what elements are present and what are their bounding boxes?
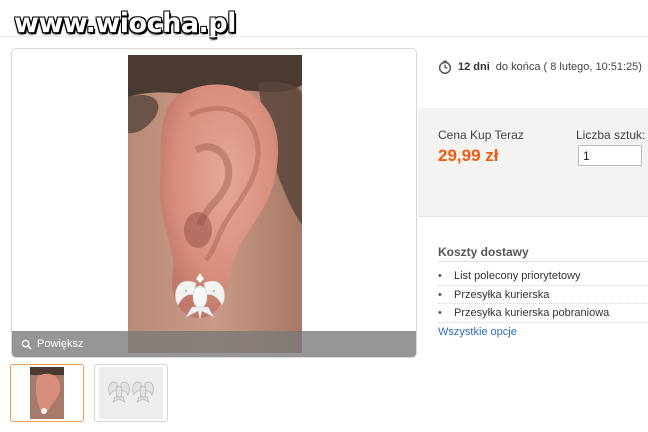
magnifier-icon xyxy=(21,339,32,350)
all-shipping-options-link[interactable]: Wszystkie opcje xyxy=(438,326,517,338)
timer-end-date: do końca ( 8 lutego, 10:51:25) xyxy=(495,61,642,73)
zoom-label: Powiększ xyxy=(37,338,84,350)
site-watermark: www.wiocha.pl xyxy=(14,8,236,39)
quantity-label: Liczba sztuk: xyxy=(576,128,646,142)
thumbnail-ear-image xyxy=(30,367,64,419)
ear-photo-image xyxy=(128,55,302,353)
price-box: Cena Kup Teraz 29,99 zł Liczba sztuk: xyxy=(418,108,648,216)
clock-icon xyxy=(438,60,452,74)
shipping-title-rule xyxy=(438,261,648,262)
top-divider xyxy=(0,36,648,37)
shipping-option: Przesyłka kurierska pobraniowa xyxy=(438,304,648,323)
buy-now-price-label: Cena Kup Teraz xyxy=(438,128,524,142)
buy-now-price: 29,99 zł xyxy=(438,146,499,165)
zoom-button[interactable]: Powiększ xyxy=(12,331,416,357)
image-gallery: Powiększ xyxy=(11,48,417,358)
thumbnail-earrings-image xyxy=(99,367,163,419)
shipping-options-list: List polecony priorytetowy Przesyłka kur… xyxy=(438,267,648,323)
auction-page: www.wiocha.pl Powiększ 12 dni do końca (… xyxy=(0,0,648,432)
timer-days: 12 dni xyxy=(458,61,490,73)
main-product-photo[interactable] xyxy=(128,55,302,353)
thumbnail-2[interactable] xyxy=(94,364,168,422)
thumbnail-1[interactable] xyxy=(10,364,84,422)
quantity-input[interactable] xyxy=(578,145,642,166)
shipping-option: Przesyłka kurierska xyxy=(438,286,648,304)
shipping-option: List polecony priorytetowy xyxy=(438,267,648,286)
auction-timer: 12 dni do końca ( 8 lutego, 10:51:25) xyxy=(438,60,642,74)
shipping-title: Koszty dostawy xyxy=(438,245,529,259)
section-divider xyxy=(418,216,648,217)
